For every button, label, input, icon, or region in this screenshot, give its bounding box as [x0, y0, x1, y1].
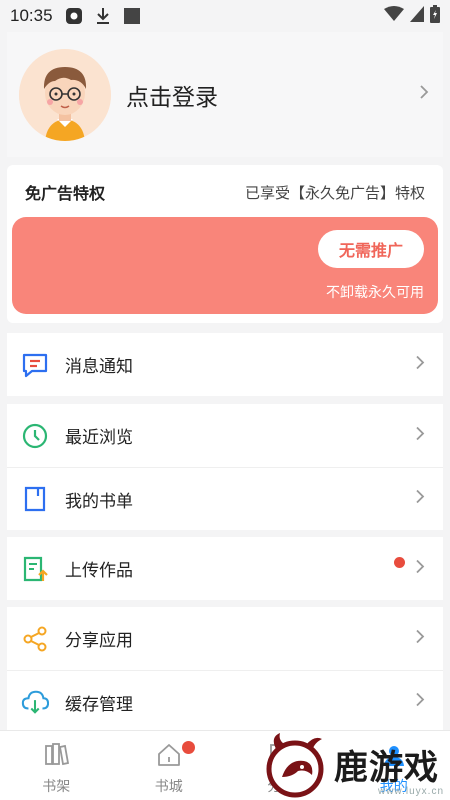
adfree-title: 免广告特权 [25, 186, 106, 203]
share-icon [21, 625, 49, 653]
clock-icon [21, 422, 49, 450]
menu-group-messages: 消息通知 [7, 333, 443, 396]
nav-label: 分类 [267, 778, 296, 794]
menu-label: 分享应用 [65, 631, 133, 650]
login-label[interactable]: 点击登录 [126, 78, 218, 112]
app-notification-icon [65, 7, 83, 25]
menu-label: 我的书单 [65, 491, 133, 511]
promo-note: 不卸载永久可用 [326, 284, 424, 300]
bookshelf-icon [43, 743, 70, 770]
cloud-download-icon [21, 688, 49, 716]
menu-label: 最近浏览 [65, 428, 133, 447]
menu-group-app: 分享应用 缓存管理 [7, 607, 443, 733]
chevron-right-icon [419, 84, 429, 105]
chevron-right-icon [415, 489, 425, 510]
menu-item-upload[interactable]: 上传作品 [7, 537, 443, 600]
profile-header[interactable]: 点击登录 [7, 32, 443, 157]
menu-label: 缓存管理 [65, 694, 133, 714]
upload-icon [21, 555, 49, 583]
nav-label: 我的 [379, 778, 408, 794]
nav-mine[interactable]: 我的 [338, 731, 450, 800]
message-icon [21, 351, 49, 379]
wifi-icon [384, 5, 404, 27]
menu-item-share[interactable]: 分享应用 [7, 607, 443, 670]
adfree-card: 免广告特权 已享受【永久免广告】特权 无需推广 不卸载永久可用 [7, 165, 443, 323]
status-time: 10:35 [10, 6, 53, 25]
profile-icon [381, 743, 407, 770]
notification-badge [181, 741, 195, 754]
chevron-right-icon [415, 425, 425, 446]
nav-bookstore[interactable]: 书城 [113, 731, 226, 800]
adfree-header: 免广告特权 已享受【永久免广告】特权 [7, 165, 443, 219]
square-icon [123, 7, 141, 25]
nav-bookshelf[interactable]: 书架 [0, 731, 113, 800]
chevron-right-icon [415, 692, 425, 713]
promo-banner: 无需推广 不卸载永久可用 [12, 217, 438, 314]
chevron-right-icon [415, 354, 425, 375]
nav-category[interactable]: 分类 [225, 731, 338, 800]
home-icon [156, 743, 182, 770]
bottom-nav: 书架 书城 分类 我的 [0, 730, 450, 800]
menu-label: 消息通知 [65, 357, 133, 376]
menu-group-history: 最近浏览 我的书单 [7, 404, 443, 530]
menu-group-upload: 上传作品 [7, 537, 443, 600]
download-icon [95, 7, 111, 25]
booklist-icon [21, 485, 49, 513]
menu-item-booklist[interactable]: 我的书单 [7, 467, 443, 530]
signal-icon [410, 5, 424, 27]
notification-badge [394, 557, 405, 568]
menu-item-recent[interactable]: 最近浏览 [7, 404, 443, 467]
chevron-right-icon [415, 558, 425, 579]
status-bar: 10:35 [0, 0, 450, 32]
menu-item-messages[interactable]: 消息通知 [7, 333, 443, 396]
no-promotion-button[interactable]: 无需推广 [318, 230, 424, 268]
battery-icon [430, 4, 440, 28]
chevron-right-icon [415, 628, 425, 649]
nav-label: 书架 [42, 778, 71, 794]
avatar[interactable] [19, 48, 111, 141]
menu-label: 上传作品 [65, 561, 133, 580]
nav-label: 书城 [154, 778, 183, 794]
menu-item-cache[interactable]: 缓存管理 [7, 670, 443, 733]
adfree-status: 已享受【永久免广告】特权 [244, 184, 425, 202]
category-icon [268, 743, 294, 770]
